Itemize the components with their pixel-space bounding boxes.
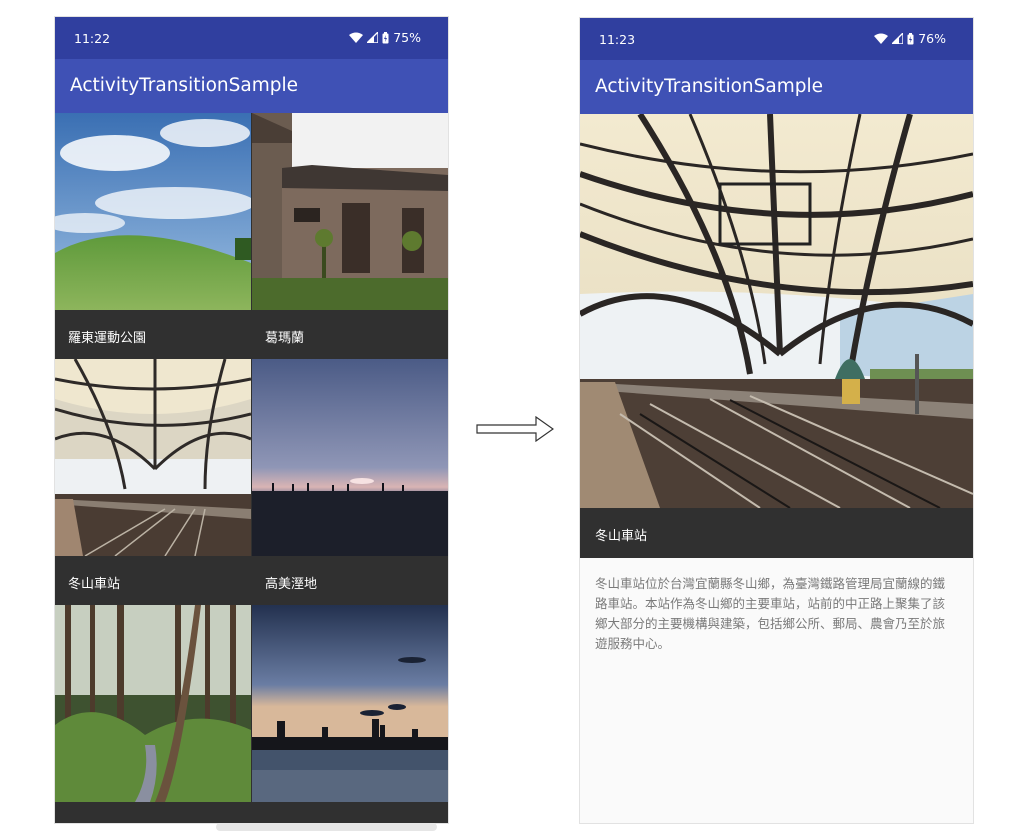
grid-screen: 11:22 75% ActivityTransitionSample 羅東運動公… (55, 17, 448, 823)
detail-hero-image (580, 114, 973, 508)
status-time: 11:22 (74, 31, 111, 46)
cell-signal-icon (892, 33, 904, 44)
app-bar: ActivityTransitionSample (55, 59, 448, 113)
grid-item-image (55, 359, 251, 556)
battery-charging-icon (382, 31, 389, 43)
scroll-indicator (216, 823, 437, 831)
grid-item-caption: 羅東運動公園 (68, 331, 147, 346)
wifi-icon (349, 32, 364, 43)
battery-percent: 76% (918, 31, 946, 46)
grid-item-forest[interactable] (55, 605, 251, 823)
grid-item-gaomei-wetlands[interactable]: 高美溼地 (252, 359, 448, 605)
grid-item-image (252, 113, 448, 310)
app-bar: ActivityTransitionSample (580, 60, 973, 114)
status-bar: 11:23 76% (580, 18, 973, 60)
grid-item-image (252, 605, 448, 802)
grid-item-luodong-sports-park[interactable]: 羅東運動公園 (55, 113, 251, 359)
status-time: 11:23 (599, 32, 636, 47)
grid-item-skyline[interactable] (252, 605, 448, 823)
app-title: ActivityTransitionSample (595, 76, 824, 97)
cell-signal-icon (367, 32, 379, 43)
right-arrow-icon (476, 416, 554, 442)
battery-percent: 75% (393, 30, 421, 45)
grid-item-image (55, 605, 251, 802)
status-bar: 11:22 75% (55, 17, 448, 59)
battery-charging-icon (907, 32, 914, 44)
grid-item-dongshan-station[interactable]: 冬山車站 (55, 359, 251, 605)
grid-item-kavalan[interactable]: 葛瑪蘭 (252, 113, 448, 359)
detail-description: 冬山車站位於台灣宜蘭縣冬山鄉，為臺灣鐵路管理局宜蘭線的鐵路車站。本站作為冬山鄉的… (595, 576, 946, 651)
grid-item-image (252, 359, 448, 556)
detail-caption: 冬山車站 (595, 529, 648, 544)
grid-item-image (55, 113, 251, 310)
grid-item-caption: 冬山車站 (68, 577, 121, 592)
app-title: ActivityTransitionSample (70, 75, 299, 96)
wifi-icon (874, 33, 889, 44)
detail-caption-bar: 冬山車站 (580, 508, 973, 558)
status-icons: 75% (349, 30, 421, 45)
status-icons: 76% (874, 31, 946, 46)
grid-item-caption: 高美溼地 (265, 577, 318, 592)
detail-screen: 11:23 76% ActivityTransitionSample 冬山車站 … (580, 18, 973, 823)
grid-item-caption: 葛瑪蘭 (265, 331, 305, 346)
